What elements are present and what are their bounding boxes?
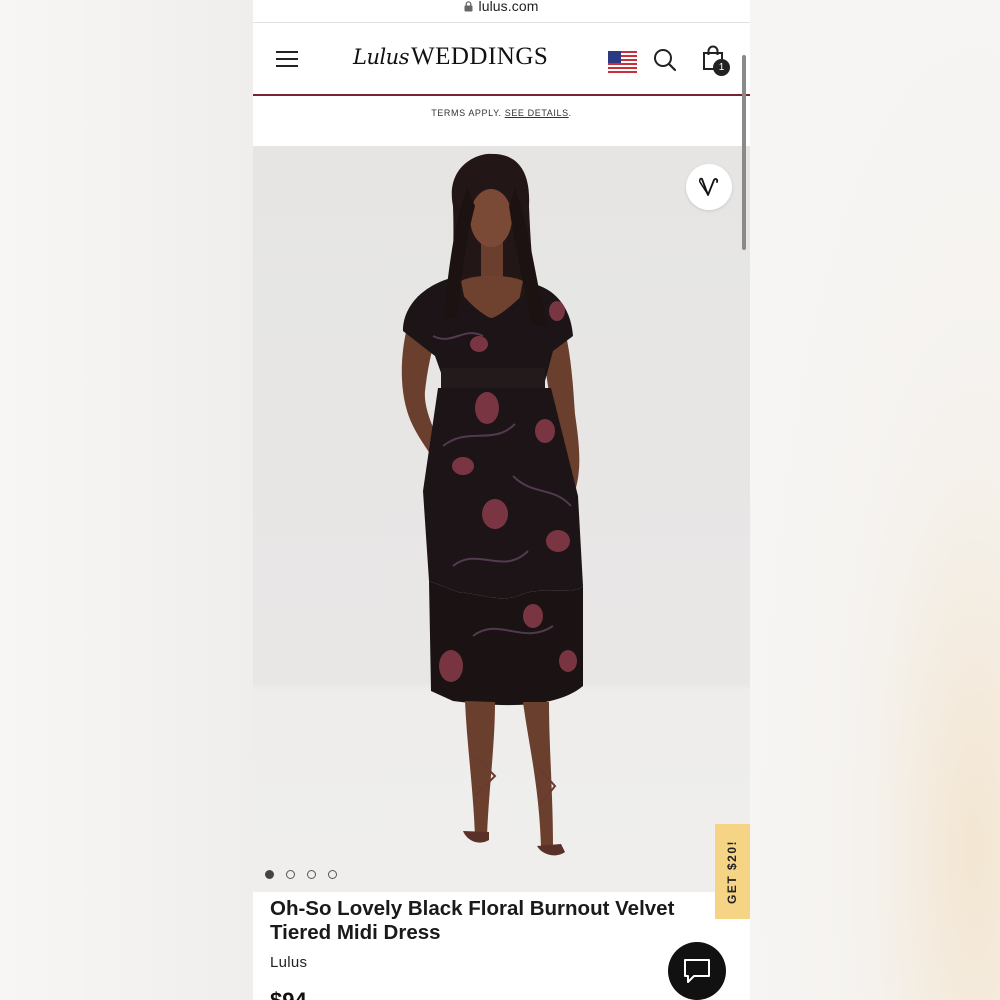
url-container: lulus.com [464, 0, 538, 14]
search-icon[interactable] [653, 48, 677, 72]
lock-icon [464, 0, 473, 11]
get-20-label: GET $20! [725, 839, 740, 904]
chat-icon [684, 959, 710, 983]
browser-url-bar[interactable]: lulus.com [253, 0, 750, 23]
menu-icon[interactable] [276, 51, 298, 68]
favorite-button[interactable] [686, 164, 732, 210]
promo-suffix: . [568, 108, 572, 118]
promo-text: TERMS APPLY. [431, 108, 505, 118]
pagination-dot[interactable] [265, 870, 274, 879]
cart-count-badge: 1 [713, 59, 730, 76]
logo-weddings: WEDDINGS [411, 43, 549, 70]
us-flag-icon[interactable] [608, 51, 637, 73]
get-20-tab[interactable]: GET $20! [715, 824, 750, 919]
pagination-dot[interactable] [328, 870, 337, 879]
promo-banner: TERMS APPLY. SEE DETAILS. [253, 96, 750, 146]
scrollbar[interactable] [742, 55, 746, 250]
model-photo [401, 153, 583, 856]
site-logo[interactable]: Lulus WEDDINGS [353, 43, 548, 71]
phone-screen: lulus.com Lulus WEDDINGS 1 TERMS APPLY. … [253, 0, 750, 1000]
image-pagination [265, 870, 337, 879]
product-title: Oh-So Lovely Black Floral Burnout Velvet… [270, 897, 675, 944]
url-text: lulus.com [478, 0, 539, 14]
heart-icon [699, 177, 719, 196]
product-brand[interactable]: Lulus [270, 954, 307, 971]
chat-button[interactable] [668, 942, 726, 1000]
pagination-dot[interactable] [307, 870, 316, 879]
see-details-link[interactable]: SEE DETAILS [505, 108, 569, 118]
product-image[interactable] [253, 146, 750, 892]
product-price: $94 [270, 988, 307, 1000]
logo-script: Lulus [353, 45, 410, 69]
background-right [750, 0, 1000, 1000]
background-left [0, 0, 253, 1000]
pagination-dot[interactable] [286, 870, 295, 879]
site-header: Lulus WEDDINGS 1 [253, 23, 750, 96]
